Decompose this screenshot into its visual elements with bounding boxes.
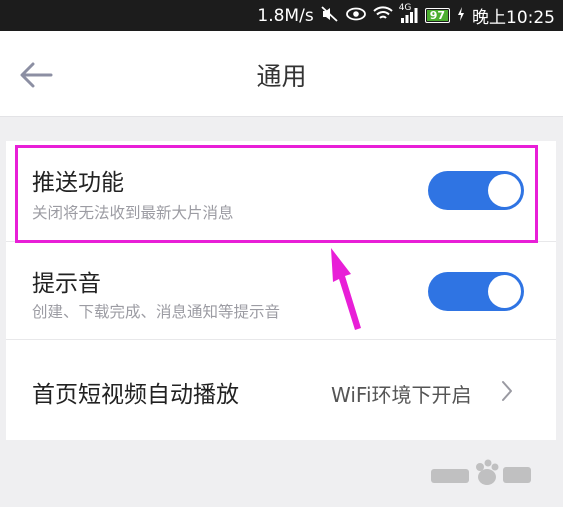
sound-toggle[interactable]: [428, 272, 524, 311]
cell-signal-icon: 4G: [399, 3, 418, 23]
setting-subtitle: 关闭将无法收到最新大片消息: [32, 204, 234, 222]
battery-icon: 97: [424, 8, 450, 23]
wifi-icon: [372, 6, 393, 25]
eye-icon: [345, 7, 366, 25]
setting-subtitle: 创建、下载完成、消息通知等提示音: [32, 303, 281, 321]
network-type-label: 4G: [398, 3, 412, 13]
toggle-knob: [488, 275, 521, 308]
page-title: 通用: [256, 62, 307, 91]
nav-bar: 通用: [0, 31, 563, 117]
setting-row-sound: 提示音 创建、下载完成、消息通知等提示音: [6, 242, 556, 339]
setting-title: 提示音: [32, 271, 101, 297]
setting-title: 推送功能: [32, 170, 124, 196]
mute-icon: [321, 5, 339, 26]
battery-level: 97: [426, 10, 448, 21]
setting-row-autoplay[interactable]: 首页短视频自动播放 WiFi环境下开启: [6, 340, 556, 440]
baidu-watermark-icon: [431, 459, 531, 485]
setting-title: 首页短视频自动播放: [32, 382, 239, 408]
network-speed: 1.8M/s: [257, 5, 314, 26]
settings-list: 推送功能 关闭将无法收到最新大片消息 提示音 创建、下载完成、消息通知等提示音 …: [6, 141, 556, 440]
setting-row-push: 推送功能 关闭将无法收到最新大片消息: [6, 141, 556, 241]
push-toggle[interactable]: [428, 171, 524, 210]
charging-icon: [457, 6, 465, 25]
chevron-right-icon: [502, 381, 512, 401]
setting-value: WiFi环境下开启: [331, 383, 472, 407]
toggle-knob: [488, 174, 521, 207]
status-bar: 1.8M/s 4G 97 晚上10:25: [0, 0, 563, 31]
annotation-arrow-icon: [331, 248, 361, 330]
clock: 晚上10:25: [472, 8, 555, 28]
